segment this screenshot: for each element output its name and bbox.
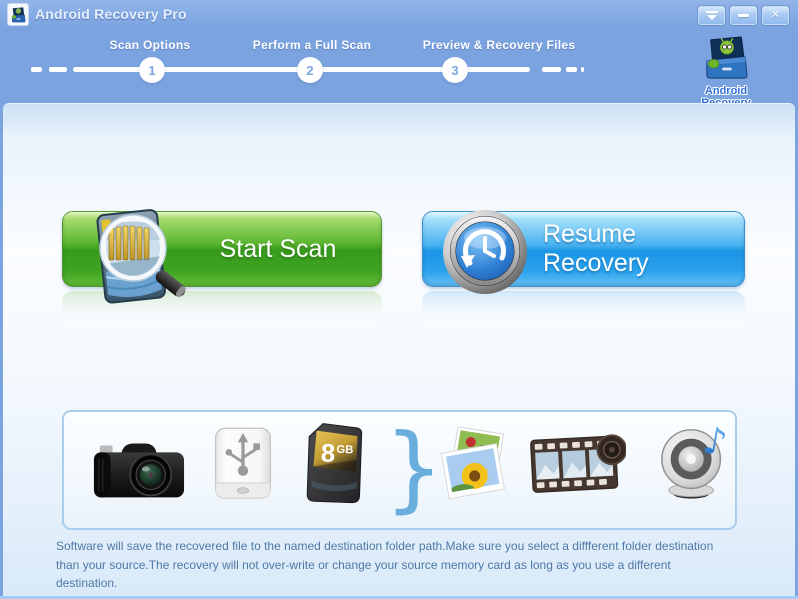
step-label-preview-recovery: Preview & Recovery Files	[422, 38, 576, 52]
start-scan-label: Start Scan	[219, 234, 337, 263]
camera-icon	[92, 436, 186, 507]
resume-recovery-button[interactable]: Resume Recovery	[422, 210, 745, 294]
sd-card-icon: 8 GB	[304, 422, 366, 509]
progress-dash	[542, 67, 561, 72]
progress-dash	[49, 67, 67, 72]
close-icon: ✕	[770, 9, 781, 21]
photos-icon	[436, 424, 514, 509]
progress-dash	[581, 67, 584, 72]
sd-capacity-unit: GB	[336, 444, 353, 457]
app-window: Android Recovery Pro ✕ Scan Options Perf…	[0, 0, 798, 599]
audio-speaker-icon: ♪	[654, 418, 738, 507]
close-button[interactable]: ✕	[762, 6, 789, 25]
usb-drive-icon	[210, 426, 276, 511]
progress-dash	[31, 67, 42, 72]
app-icon	[7, 3, 29, 26]
music-note-glyph: ♪	[700, 422, 731, 465]
android-recovery-logo-icon	[706, 36, 748, 79]
rollup-icon	[705, 10, 718, 21]
footer-line-2: than your source.The recovery will not o…	[56, 557, 671, 572]
scan-card-magnifier-icon	[79, 204, 191, 317]
logo-text-line1: Android	[704, 85, 748, 97]
sd-capacity-number: 8	[320, 439, 335, 467]
minimize-button[interactable]	[730, 6, 757, 25]
footer-note: Software will save the recovered file to…	[56, 537, 713, 593]
supported-media-box: 8 GB } ♪	[62, 410, 737, 530]
step-label-full-scan: Perform a Full Scan	[252, 38, 372, 52]
footer-line-3: destination.	[56, 576, 118, 590]
film-strip-icon	[530, 428, 628, 505]
brand-logo: Android Recovery	[698, 36, 754, 109]
rollup-button[interactable]	[698, 6, 725, 25]
title-bar: Android Recovery Pro ✕	[0, 0, 798, 30]
start-scan-button[interactable]: Start Scan	[62, 209, 382, 304]
window-title: Android Recovery Pro	[35, 6, 187, 22]
time-machine-icon	[439, 205, 531, 302]
minimize-icon	[738, 14, 749, 17]
progress-dash	[566, 67, 577, 72]
step-circle-2: 2	[297, 57, 323, 83]
step-circle-3: 3	[442, 57, 468, 83]
resume-recovery-label: Resume Recovery	[543, 220, 649, 277]
brace-separator: }	[384, 414, 444, 523]
window-controls: ✕	[698, 6, 789, 25]
footer-line-1: Software will save the recovered file to…	[56, 539, 714, 553]
step-circle-1: 1	[139, 57, 165, 83]
step-label-scan-options: Scan Options	[109, 38, 191, 52]
